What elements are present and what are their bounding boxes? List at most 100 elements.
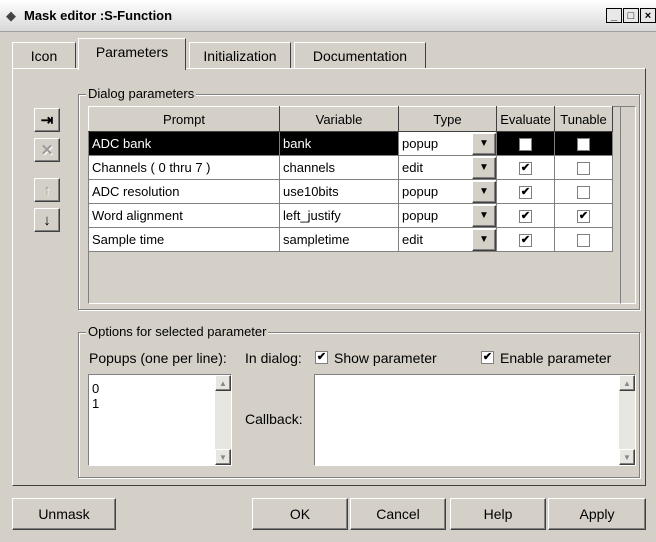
evaluate-checkbox[interactable]: ✔ bbox=[519, 210, 532, 224]
table-row[interactable]: ADC resolution use10bits popup ▼ ✔ bbox=[88, 179, 613, 204]
unmask-button[interactable]: Unmask bbox=[12, 498, 116, 530]
prompt-cell[interactable]: ADC resolution bbox=[88, 179, 280, 204]
dropdown-arrow-icon[interactable]: ▼ bbox=[472, 204, 496, 227]
table-row[interactable]: Sample time sampletime edit ▼ ✔ bbox=[88, 227, 613, 252]
popups-scrollbar[interactable]: ▲ ▼ bbox=[215, 375, 231, 465]
enable-parameter-label: Enable parameter bbox=[500, 350, 612, 366]
prompt-cell[interactable]: Channels ( 0 thru 7 ) bbox=[88, 155, 280, 180]
type-value: edit bbox=[402, 232, 423, 247]
variable-cell[interactable]: use10bits bbox=[279, 179, 399, 204]
move-up-icon: ↑ bbox=[43, 181, 51, 199]
evaluate-checkbox[interactable]: ✔ bbox=[519, 162, 532, 176]
show-parameter-checkbox[interactable]: ✔ bbox=[315, 351, 328, 364]
move-up-button[interactable]: ↑ bbox=[34, 178, 60, 202]
evaluate-checkbox[interactable]: ✔ bbox=[519, 234, 532, 248]
type-cell[interactable]: popup ▼ bbox=[398, 179, 497, 204]
tunable-cell: ✔ bbox=[554, 203, 613, 228]
tunable-cell bbox=[554, 179, 613, 204]
matlab-icon: ◆ bbox=[6, 8, 16, 23]
dialog-parameters-label: Dialog parameters bbox=[86, 86, 197, 101]
delete-param-button[interactable]: ✕ bbox=[34, 138, 60, 162]
dropdown-arrow-icon[interactable]: ▼ bbox=[472, 132, 496, 155]
evaluate-cell: ✔ bbox=[496, 155, 555, 180]
maximize-button[interactable]: □ bbox=[623, 8, 639, 23]
column-header-prompt[interactable]: Prompt bbox=[88, 106, 280, 132]
table-row[interactable]: Word alignment left_justify popup ▼ ✔ ✔ bbox=[88, 203, 613, 228]
variable-cell[interactable]: channels bbox=[279, 155, 399, 180]
in-dialog-label: In dialog: bbox=[245, 350, 302, 366]
tunable-cell bbox=[554, 155, 613, 180]
column-header-tunable[interactable]: Tunable bbox=[554, 106, 613, 132]
scroll-down-icon[interactable]: ▼ bbox=[619, 449, 635, 465]
window-controls: _ □ × bbox=[606, 8, 656, 23]
scroll-down-icon[interactable]: ▼ bbox=[215, 449, 231, 465]
popups-label: Popups (one per line): bbox=[89, 350, 227, 366]
tunable-checkbox[interactable] bbox=[577, 138, 590, 152]
minimize-button[interactable]: _ bbox=[606, 8, 622, 23]
column-header-type[interactable]: Type bbox=[398, 106, 497, 132]
tunable-cell bbox=[554, 227, 613, 252]
type-value: popup bbox=[402, 136, 439, 151]
table-scrollbar[interactable] bbox=[620, 106, 636, 304]
type-cell[interactable]: popup ▼ bbox=[398, 131, 497, 156]
type-value: popup bbox=[402, 208, 439, 223]
callback-textarea[interactable]: ▲ ▼ bbox=[314, 374, 636, 466]
tunable-checkbox[interactable] bbox=[577, 162, 590, 176]
add-param-button[interactable]: ⇥ bbox=[34, 108, 60, 132]
apply-button[interactable]: Apply bbox=[548, 498, 646, 530]
callback-label: Callback: bbox=[245, 411, 303, 427]
move-down-icon: ↓ bbox=[43, 211, 51, 229]
prompt-cell[interactable]: ADC bank bbox=[88, 131, 280, 156]
type-cell[interactable]: edit ▼ bbox=[398, 155, 497, 180]
evaluate-checkbox[interactable]: ✔ bbox=[519, 186, 532, 200]
evaluate-cell: ✔ bbox=[496, 131, 555, 156]
tunable-checkbox[interactable] bbox=[577, 234, 590, 248]
prompt-cell[interactable]: Sample time bbox=[88, 227, 280, 252]
move-down-button[interactable]: ↓ bbox=[34, 208, 60, 232]
evaluate-cell: ✔ bbox=[496, 179, 555, 204]
tunable-checkbox[interactable]: ✔ bbox=[577, 210, 590, 224]
popups-textarea[interactable]: 0 1 ▲ ▼ bbox=[88, 374, 232, 466]
variable-cell[interactable]: bank bbox=[279, 131, 399, 156]
cancel-button[interactable]: Cancel bbox=[350, 498, 446, 530]
tab-initialization[interactable]: Initialization bbox=[189, 42, 291, 68]
callback-scrollbar[interactable]: ▲ ▼ bbox=[619, 375, 635, 465]
scroll-up-icon[interactable]: ▲ bbox=[619, 375, 635, 391]
popups-text: 0 1 bbox=[92, 381, 100, 411]
table-row[interactable]: ADC bank bank popup ▼ ✔ bbox=[88, 131, 613, 156]
tab-icon[interactable]: Icon bbox=[12, 42, 76, 68]
variable-cell[interactable]: sampletime bbox=[279, 227, 399, 252]
show-parameter-label: Show parameter bbox=[334, 350, 437, 366]
type-value: edit bbox=[402, 160, 423, 175]
delete-icon: ✕ bbox=[40, 142, 54, 159]
enable-parameter-checkbox[interactable]: ✔ bbox=[481, 351, 494, 364]
title-bar[interactable]: ◆ Mask editor :S-Function _ □ × bbox=[0, 0, 656, 32]
evaluate-checkbox[interactable]: ✔ bbox=[519, 138, 532, 152]
ok-button[interactable]: OK bbox=[252, 498, 348, 530]
evaluate-cell: ✔ bbox=[496, 227, 555, 252]
add-icon: ⇥ bbox=[40, 112, 54, 129]
table-header-row: Prompt Variable Type Evaluate Tunable bbox=[88, 106, 613, 132]
column-header-variable[interactable]: Variable bbox=[279, 106, 399, 132]
tunable-cell bbox=[554, 131, 613, 156]
evaluate-cell: ✔ bbox=[496, 203, 555, 228]
help-button[interactable]: Help bbox=[450, 498, 546, 530]
prompt-cell[interactable]: Word alignment bbox=[88, 203, 280, 228]
variable-cell[interactable]: left_justify bbox=[279, 203, 399, 228]
dropdown-arrow-icon[interactable]: ▼ bbox=[472, 180, 496, 203]
dropdown-arrow-icon[interactable]: ▼ bbox=[472, 228, 496, 251]
tab-parameters[interactable]: Parameters bbox=[78, 38, 186, 70]
table-row[interactable]: Channels ( 0 thru 7 ) channels edit ▼ ✔ bbox=[88, 155, 613, 180]
column-header-evaluate[interactable]: Evaluate bbox=[496, 106, 555, 132]
type-cell[interactable]: popup ▼ bbox=[398, 203, 497, 228]
type-cell[interactable]: edit ▼ bbox=[398, 227, 497, 252]
scroll-up-icon[interactable]: ▲ bbox=[215, 375, 231, 391]
tab-documentation[interactable]: Documentation bbox=[294, 42, 426, 68]
type-value: popup bbox=[402, 184, 439, 199]
parameters-table: Prompt Variable Type Evaluate Tunable AD… bbox=[88, 106, 613, 252]
close-button[interactable]: × bbox=[640, 8, 656, 23]
dropdown-arrow-icon[interactable]: ▼ bbox=[472, 156, 496, 179]
tunable-checkbox[interactable] bbox=[577, 186, 590, 200]
window-title: Mask editor :S-Function bbox=[24, 8, 173, 23]
options-label: Options for selected parameter bbox=[86, 324, 269, 339]
